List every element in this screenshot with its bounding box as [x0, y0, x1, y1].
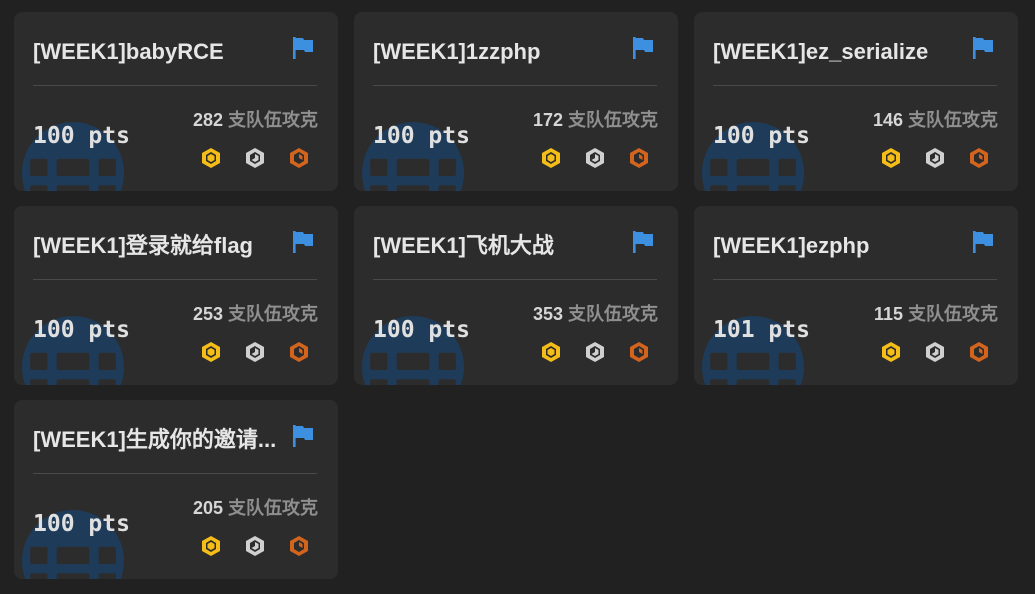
bronze-medal-icon	[290, 342, 308, 362]
divider	[33, 279, 317, 280]
bronze-medal-icon	[290, 536, 308, 556]
flag-icon	[973, 37, 993, 59]
solve-count-label: 支队伍攻克	[228, 304, 318, 324]
challenge-title: [WEEK1]1zzphp	[373, 39, 541, 64]
gold-medal-icon	[202, 536, 220, 556]
challenge-card[interactable]: [WEEK1]飞机大战 100 pts 353 支队伍攻克	[354, 206, 678, 385]
bronze-medal-icon	[290, 148, 308, 168]
divider	[33, 85, 317, 86]
solve-count-label: 支队伍攻克	[908, 304, 998, 324]
challenge-title: [WEEK1]ezphp	[713, 233, 870, 258]
bronze-medal-icon	[630, 342, 648, 362]
challenge-card[interactable]: [WEEK1]babyRCE 100 pts 282 支队伍攻克	[14, 12, 338, 191]
solve-count: 146 支队伍攻克	[873, 109, 998, 131]
solve-count: 172 支队伍攻克	[533, 109, 658, 131]
silver-medal-icon	[926, 342, 944, 362]
silver-medal-icon	[246, 148, 264, 168]
gold-medal-icon	[202, 148, 220, 168]
solve-count-label: 支队伍攻克	[228, 498, 318, 518]
medals	[200, 147, 320, 169]
challenge-title: [WEEK1]babyRCE	[33, 39, 224, 64]
gold-medal-icon	[542, 342, 560, 362]
silver-medal-icon	[586, 342, 604, 362]
solve-count: 115 支队伍攻克	[874, 303, 998, 325]
challenge-title: [WEEK1]生成你的邀请...	[33, 427, 277, 452]
solve-count-number: 146	[872, 110, 903, 130]
challenge-title: [WEEK1]飞机大战	[373, 233, 554, 258]
gold-medal-icon	[542, 148, 560, 168]
challenge-points: 101 pts	[713, 317, 810, 343]
challenge-points: 100 pts	[33, 123, 130, 149]
divider	[373, 279, 657, 280]
solve-count: 282 支队伍攻克	[193, 109, 318, 131]
challenge-card[interactable]: [WEEK1]ezphp 101 pts 115 支队伍攻克	[694, 206, 1018, 385]
challenge-title: [WEEK1]登录就给flag	[33, 233, 254, 258]
medals	[880, 147, 1000, 169]
solve-count: 253 支队伍攻克	[193, 303, 318, 325]
divider	[373, 85, 657, 86]
silver-medal-icon	[586, 148, 604, 168]
flag-icon	[293, 37, 313, 59]
challenge-points: 100 pts	[33, 317, 130, 343]
challenge-points: 100 pts	[373, 123, 470, 149]
challenge-points: 100 pts	[33, 511, 130, 537]
silver-medal-icon	[246, 342, 264, 362]
solve-count-label: 支队伍攻克	[568, 110, 658, 130]
solve-count-label: 支队伍攻克	[908, 110, 998, 130]
flag-icon	[293, 425, 313, 447]
gold-medal-icon	[882, 342, 900, 362]
silver-medal-icon	[926, 148, 944, 168]
silver-medal-icon	[246, 536, 264, 556]
solve-count-number: 205	[192, 498, 223, 518]
solve-count-number: 172	[532, 110, 563, 130]
solve-count: 353 支队伍攻克	[533, 303, 658, 325]
challenge-points: 100 pts	[713, 123, 810, 149]
solve-count-number: 115	[873, 304, 903, 324]
challenge-card[interactable]: [WEEK1]登录就给flag 100 pts 253 支队伍攻克	[14, 206, 338, 385]
flag-icon	[633, 37, 653, 59]
gold-medal-icon	[882, 148, 900, 168]
medals	[880, 341, 1000, 363]
challenge-card[interactable]: [WEEK1]生成你的邀请... 100 pts 205 支队伍攻克	[14, 400, 338, 579]
flag-icon	[633, 231, 653, 253]
divider	[713, 279, 997, 280]
medals	[540, 147, 660, 169]
flag-icon	[973, 231, 993, 253]
bronze-medal-icon	[970, 342, 988, 362]
bronze-medal-icon	[970, 148, 988, 168]
medals	[540, 341, 660, 363]
solve-count-label: 支队伍攻克	[568, 304, 658, 324]
gold-medal-icon	[202, 342, 220, 362]
challenge-card[interactable]: [WEEK1]1zzphp 100 pts 172 支队伍攻克	[354, 12, 678, 191]
solve-count: 205 支队伍攻克	[193, 497, 318, 519]
challenge-grid: [WEEK1]babyRCE 100 pts 282 支队伍攻克 [WEEK1]…	[14, 12, 1018, 579]
medals	[200, 535, 320, 557]
medals	[200, 341, 320, 363]
challenge-title: [WEEK1]ez_serialize	[713, 39, 929, 64]
solve-count-number: 253	[192, 304, 223, 324]
solve-count-number: 282	[192, 110, 223, 130]
solve-count-number: 353	[532, 304, 563, 324]
challenge-points: 100 pts	[373, 317, 470, 343]
divider	[33, 473, 317, 474]
divider	[713, 85, 997, 86]
bronze-medal-icon	[630, 148, 648, 168]
challenge-card[interactable]: [WEEK1]ez_serialize 100 pts 146 支队伍攻克	[694, 12, 1018, 191]
solve-count-label: 支队伍攻克	[228, 110, 318, 130]
flag-icon	[293, 231, 313, 253]
